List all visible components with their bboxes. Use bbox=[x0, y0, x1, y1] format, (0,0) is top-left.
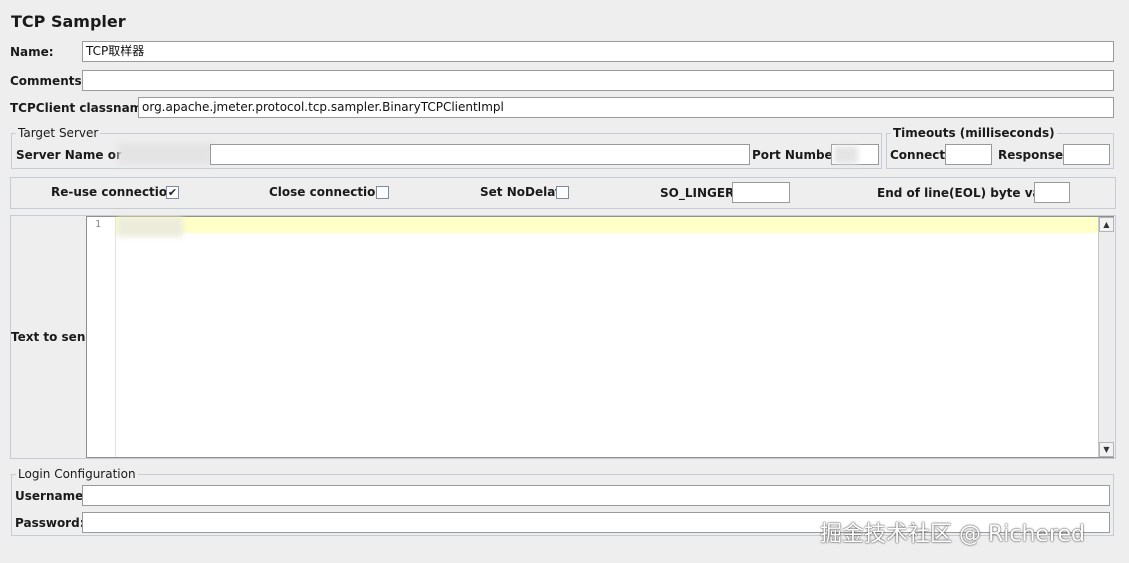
page-title: TCP Sampler bbox=[11, 12, 126, 31]
text-to-send-editor[interactable]: 1 ▲ ▼ bbox=[86, 216, 1114, 458]
current-line-highlight bbox=[116, 217, 1098, 233]
close-connection-checkbox[interactable] bbox=[376, 186, 389, 199]
connect-timeout-input[interactable] bbox=[945, 144, 992, 165]
line-number-gutter bbox=[87, 217, 116, 457]
line-number: 1 bbox=[95, 219, 102, 230]
response-timeout-input[interactable] bbox=[1063, 144, 1110, 165]
name-input[interactable]: TCP取样器 bbox=[82, 41, 1114, 62]
comments-input[interactable] bbox=[82, 70, 1114, 91]
eol-byte-input[interactable] bbox=[1034, 182, 1070, 203]
redacted-server-label-mask bbox=[118, 143, 213, 165]
server-name-input[interactable] bbox=[210, 144, 750, 165]
scroll-up-button[interactable]: ▲ bbox=[1099, 217, 1114, 232]
timeouts-legend: Timeouts (milliseconds) bbox=[891, 126, 1057, 140]
classname-label: TCPClient classname: bbox=[10, 101, 156, 115]
response-label: Response: bbox=[998, 148, 1068, 162]
set-nodelay-checkbox[interactable] bbox=[556, 186, 569, 199]
text-to-send-label: Text to send bbox=[11, 330, 94, 344]
classname-input[interactable]: org.apache.jmeter.protocol.tcp.sampler.B… bbox=[138, 97, 1114, 118]
so-linger-label: SO_LINGER: bbox=[660, 186, 740, 200]
redacted-text-mask bbox=[117, 217, 183, 237]
name-label: Name: bbox=[10, 45, 54, 59]
login-configuration-legend: Login Configuration bbox=[16, 467, 138, 481]
password-label: Password: bbox=[15, 516, 85, 530]
connect-label: Connect: bbox=[890, 148, 950, 162]
port-number-label: Port Number: bbox=[752, 148, 844, 162]
vertical-scrollbar[interactable]: ▲ ▼ bbox=[1098, 217, 1114, 457]
reuse-connection-checkbox[interactable]: ✔ bbox=[166, 186, 179, 199]
username-label: Username: bbox=[15, 489, 89, 503]
comments-label: Comments: bbox=[10, 74, 87, 88]
so-linger-input[interactable] bbox=[732, 182, 790, 203]
close-connection-label: Close connection bbox=[269, 185, 384, 199]
scroll-down-button[interactable]: ▼ bbox=[1099, 442, 1114, 457]
watermark: 掘金技术社区 @ Richered bbox=[820, 522, 1086, 547]
set-nodelay-label: Set NoDelay bbox=[480, 185, 563, 199]
redacted-port-mask bbox=[834, 146, 858, 164]
target-server-legend: Target Server bbox=[16, 126, 101, 140]
username-input[interactable] bbox=[82, 485, 1110, 506]
reuse-connection-label: Re-use connection bbox=[51, 185, 176, 199]
